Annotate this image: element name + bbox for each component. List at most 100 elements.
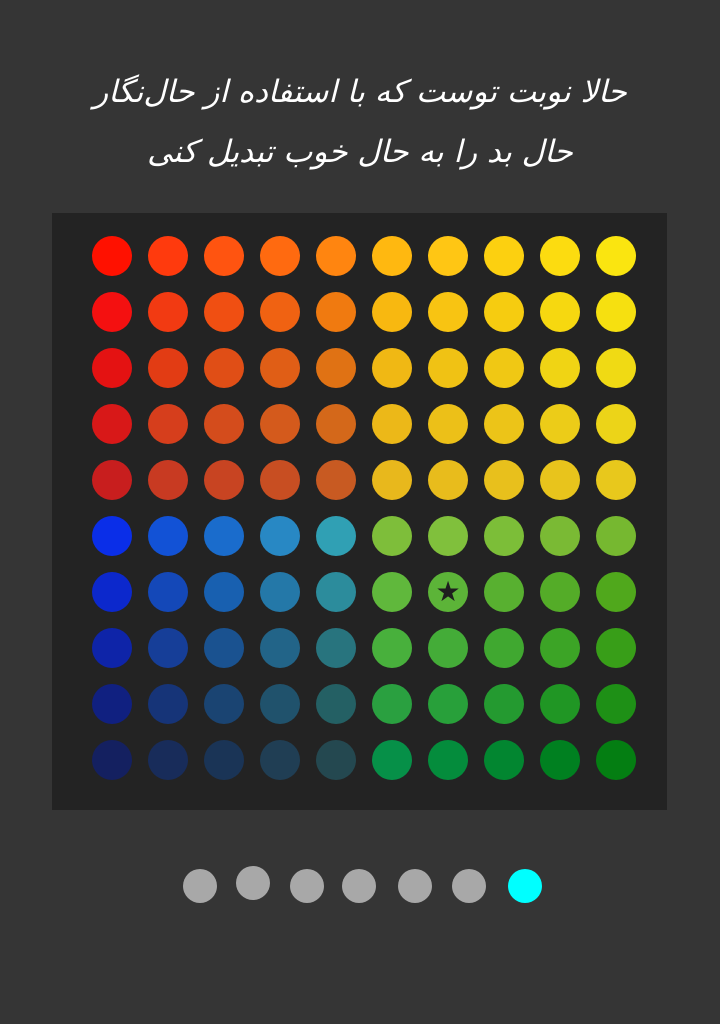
mood-dot[interactable] xyxy=(92,292,132,332)
mood-dot[interactable] xyxy=(316,516,356,556)
mood-dot[interactable] xyxy=(260,572,300,612)
mood-dot[interactable] xyxy=(260,516,300,556)
mood-dot[interactable] xyxy=(596,740,636,780)
mood-dot[interactable] xyxy=(484,292,524,332)
mood-dot[interactable] xyxy=(204,460,244,500)
page-dot-active[interactable] xyxy=(508,869,542,903)
mood-dot[interactable] xyxy=(204,684,244,724)
mood-dot[interactable] xyxy=(372,236,412,276)
page-dot[interactable] xyxy=(398,869,432,903)
mood-dot[interactable] xyxy=(260,236,300,276)
mood-dot[interactable] xyxy=(372,516,412,556)
mood-dot[interactable] xyxy=(596,460,636,500)
page-dot[interactable] xyxy=(236,866,270,900)
mood-dot[interactable] xyxy=(428,236,468,276)
mood-dot[interactable] xyxy=(316,460,356,500)
mood-dot[interactable] xyxy=(92,460,132,500)
mood-dot[interactable] xyxy=(148,460,188,500)
mood-dot[interactable] xyxy=(372,292,412,332)
mood-dot[interactable] xyxy=(484,684,524,724)
mood-dot[interactable] xyxy=(204,516,244,556)
mood-dot[interactable] xyxy=(92,628,132,668)
mood-dot[interactable] xyxy=(148,740,188,780)
mood-dot[interactable] xyxy=(148,516,188,556)
mood-dot[interactable] xyxy=(148,292,188,332)
mood-dot[interactable] xyxy=(204,628,244,668)
mood-dot[interactable] xyxy=(204,740,244,780)
mood-dot[interactable] xyxy=(540,236,580,276)
mood-dot[interactable] xyxy=(260,404,300,444)
mood-dot[interactable] xyxy=(540,740,580,780)
mood-dot[interactable] xyxy=(316,292,356,332)
mood-dot[interactable] xyxy=(316,572,356,612)
mood-dot[interactable] xyxy=(372,628,412,668)
mood-dot[interactable] xyxy=(260,348,300,388)
mood-dot[interactable] xyxy=(204,572,244,612)
mood-dot[interactable] xyxy=(260,292,300,332)
mood-dot[interactable] xyxy=(148,684,188,724)
mood-dot[interactable] xyxy=(596,628,636,668)
mood-dot[interactable] xyxy=(596,236,636,276)
mood-dot[interactable] xyxy=(92,236,132,276)
mood-dot[interactable] xyxy=(596,348,636,388)
page-dot[interactable] xyxy=(290,869,324,903)
mood-dot[interactable] xyxy=(316,404,356,444)
mood-dot[interactable] xyxy=(540,572,580,612)
mood-dot[interactable] xyxy=(148,628,188,668)
mood-dot[interactable] xyxy=(372,740,412,780)
mood-dot[interactable] xyxy=(204,348,244,388)
mood-dot[interactable]: ★ xyxy=(428,572,468,612)
mood-dot[interactable] xyxy=(372,684,412,724)
mood-dot[interactable] xyxy=(260,684,300,724)
mood-dot[interactable] xyxy=(540,628,580,668)
mood-dot[interactable] xyxy=(484,572,524,612)
mood-dot[interactable] xyxy=(484,404,524,444)
mood-dot[interactable] xyxy=(428,628,468,668)
mood-dot[interactable] xyxy=(540,684,580,724)
mood-dot[interactable] xyxy=(92,684,132,724)
mood-dot[interactable] xyxy=(540,404,580,444)
mood-dot[interactable] xyxy=(92,516,132,556)
mood-dot[interactable] xyxy=(260,460,300,500)
mood-dot[interactable] xyxy=(428,516,468,556)
mood-dot[interactable] xyxy=(92,404,132,444)
mood-dot[interactable] xyxy=(428,740,468,780)
mood-dot[interactable] xyxy=(484,460,524,500)
mood-dot[interactable] xyxy=(92,572,132,612)
mood-dot[interactable] xyxy=(148,572,188,612)
mood-dot[interactable] xyxy=(148,236,188,276)
mood-dot[interactable] xyxy=(596,404,636,444)
mood-dot[interactable] xyxy=(372,404,412,444)
mood-dot[interactable] xyxy=(540,348,580,388)
mood-dot[interactable] xyxy=(596,572,636,612)
mood-dot[interactable] xyxy=(428,684,468,724)
mood-dot[interactable] xyxy=(540,516,580,556)
mood-dot[interactable] xyxy=(316,628,356,668)
mood-dot[interactable] xyxy=(92,740,132,780)
mood-dot[interactable] xyxy=(260,740,300,780)
mood-dot[interactable] xyxy=(540,292,580,332)
mood-dot[interactable] xyxy=(428,292,468,332)
mood-dot[interactable] xyxy=(428,348,468,388)
page-dot[interactable] xyxy=(342,869,376,903)
mood-dot[interactable] xyxy=(484,740,524,780)
mood-dot[interactable] xyxy=(260,628,300,668)
page-dot[interactable] xyxy=(183,869,217,903)
mood-dot[interactable] xyxy=(540,460,580,500)
mood-dot[interactable] xyxy=(484,236,524,276)
mood-dot[interactable] xyxy=(316,684,356,724)
mood-dot[interactable] xyxy=(316,236,356,276)
mood-dot[interactable] xyxy=(372,572,412,612)
page-dot[interactable] xyxy=(452,869,486,903)
mood-dot[interactable] xyxy=(204,236,244,276)
mood-dot[interactable] xyxy=(204,292,244,332)
mood-dot[interactable] xyxy=(484,628,524,668)
mood-dot[interactable] xyxy=(204,404,244,444)
mood-dot[interactable] xyxy=(428,404,468,444)
mood-dot[interactable] xyxy=(596,292,636,332)
mood-dot[interactable] xyxy=(148,404,188,444)
mood-dot[interactable] xyxy=(92,348,132,388)
mood-dot[interactable] xyxy=(484,348,524,388)
mood-dot[interactable] xyxy=(596,684,636,724)
mood-dot[interactable] xyxy=(428,460,468,500)
